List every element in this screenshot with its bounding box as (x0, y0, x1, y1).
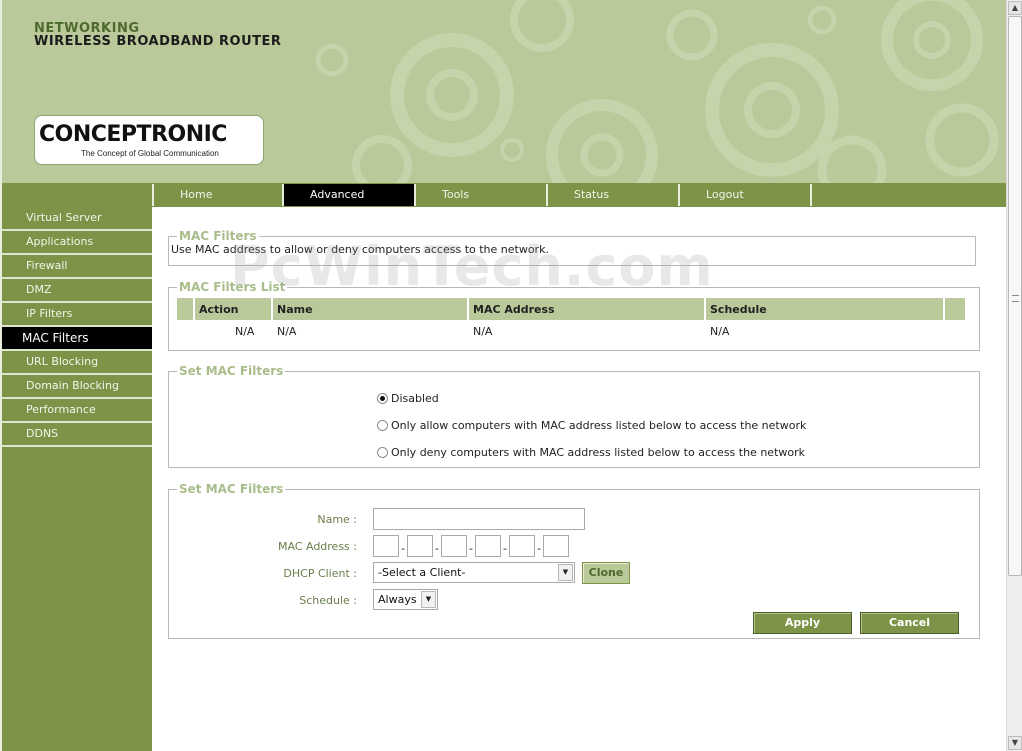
table-header-row: Action Name MAC Address Schedule (177, 298, 965, 320)
scroll-up-icon[interactable]: ▲ (1008, 1, 1022, 15)
tab-home[interactable]: Home (152, 184, 284, 206)
chevron-down-icon[interactable]: ▼ (421, 591, 436, 608)
conceptronic-logo: CONCEPTRONIC The Concept of Global Commu… (34, 115, 264, 165)
dhcp-client-value: -Select a Client- (378, 566, 466, 579)
table-header-spacer (177, 298, 193, 320)
sidebar-item-dmz[interactable]: DMZ (2, 279, 152, 303)
table-cell-action: N/A (235, 324, 255, 338)
mac-separator: - (503, 542, 507, 555)
header-banner: NETWORKING WIRELESS BROADBAND ROUTER CON… (0, 0, 1006, 183)
section-legend-mac-filters: MAC Filters (179, 229, 257, 243)
schedule-label: Schedule : (299, 594, 357, 607)
sidebar-item-url-blocking[interactable]: URL Blocking (2, 351, 152, 375)
tab-advanced[interactable]: Advanced (284, 184, 416, 206)
column-header-name: Name (273, 298, 467, 320)
mac-filters-section: MAC Filters Use MAC address to allow or … (168, 229, 976, 266)
radio-deny[interactable] (377, 447, 388, 458)
mac-address-label: MAC Address : (277, 540, 357, 553)
mac-filter-entry-section: Set MAC Filters Name : MAC Address : - -… (168, 482, 980, 639)
column-header-schedule: Schedule (706, 298, 943, 320)
mac-filters-table: Action Name MAC Address Schedule N/A N/A… (175, 296, 967, 342)
schedule-value: Always (378, 593, 417, 606)
radio-label-disabled: Disabled (391, 392, 439, 405)
mac-filters-description: Use MAC address to allow or deny compute… (171, 243, 549, 256)
vertical-scrollbar[interactable]: ▲ ▼ (1006, 0, 1022, 751)
tab-tools[interactable]: Tools (416, 184, 548, 206)
table-cell-spacer (945, 322, 965, 340)
tab-logout[interactable]: Logout (680, 184, 812, 206)
sidebar-item-ddns[interactable]: DDNS (2, 423, 152, 447)
scrollbar-thumb[interactable] (1008, 16, 1022, 576)
sidebar-item-virtual-server[interactable]: Virtual Server (2, 207, 152, 231)
mac-octet-5-input[interactable] (509, 535, 535, 557)
sidebar-item-applications[interactable]: Applications (2, 231, 152, 255)
sidebar-item-performance[interactable]: Performance (2, 399, 152, 423)
radio-disabled[interactable] (377, 393, 388, 404)
radio-option-disabled[interactable]: Disabled (377, 392, 439, 405)
sidebar-item-ip-filters[interactable]: IP Filters (2, 303, 152, 327)
table-cell-schedule: N/A (710, 324, 730, 338)
scroll-down-icon[interactable]: ▼ (1008, 736, 1022, 750)
column-header-mac-address: MAC Address (469, 298, 704, 320)
sidebar-item-firewall[interactable]: Firewall (2, 255, 152, 279)
main-content: MAC Filters Use MAC address to allow or … (152, 207, 1006, 751)
top-navigation: Home Advanced Tools Status Logout (152, 183, 1006, 207)
table-row: N/A N/A N/A N/A (177, 322, 965, 340)
column-header-action: Action (195, 298, 271, 320)
sidebar: Virtual Server Applications Firewall DMZ… (0, 183, 152, 751)
radio-option-allow[interactable]: Only allow computers with MAC address li… (377, 419, 806, 432)
section-legend-set-mac-filters: Set MAC Filters (179, 364, 284, 378)
clone-button[interactable]: Clone (582, 562, 630, 584)
table-header-spacer (945, 298, 965, 320)
dhcp-client-label: DHCP Client : (283, 567, 357, 580)
radio-allow[interactable] (377, 420, 388, 431)
chevron-down-icon[interactable]: ▼ (558, 564, 573, 581)
mac-octet-4-input[interactable] (475, 535, 501, 557)
mac-separator: - (537, 542, 541, 555)
sidebar-item-domain-blocking[interactable]: Domain Blocking (2, 375, 152, 399)
mac-octet-3-input[interactable] (441, 535, 467, 557)
logo-name: CONCEPTRONIC (39, 122, 227, 147)
table-cell-spacer (177, 322, 193, 340)
table-cell-mac-address: N/A (473, 324, 493, 338)
mac-filters-list-section: MAC Filters List Action Name MAC Address… (168, 280, 980, 351)
radio-label-deny: Only deny computers with MAC address lis… (391, 446, 805, 459)
name-input[interactable] (373, 508, 585, 530)
table-cell-name: N/A (277, 324, 297, 338)
schedule-select[interactable]: Always ▼ (373, 589, 438, 610)
mac-octet-1-input[interactable] (373, 535, 399, 557)
radio-label-allow: Only allow computers with MAC address li… (391, 419, 807, 432)
mac-separator: - (435, 542, 439, 555)
mac-separator: - (469, 542, 473, 555)
sidebar-item-mac-filters[interactable]: MAC Filters (2, 327, 152, 351)
logo-tagline: The Concept of Global Communication (81, 149, 219, 158)
brand-product-title: WIRELESS BROADBAND ROUTER (34, 34, 282, 49)
grip-icon (1012, 295, 1019, 302)
section-legend-set-mac-filters-entry: Set MAC Filters (179, 482, 284, 496)
section-legend-mac-filters-list: MAC Filters List (179, 280, 286, 294)
name-label: Name : (317, 513, 357, 526)
mac-separator: - (401, 542, 405, 555)
filter-mode-section: Set MAC Filters Disabled Only allow comp… (168, 364, 980, 468)
apply-button[interactable]: Apply (753, 612, 852, 634)
dhcp-client-select[interactable]: -Select a Client- ▼ (373, 562, 575, 583)
mac-octet-6-input[interactable] (543, 535, 569, 557)
radio-option-deny[interactable]: Only deny computers with MAC address lis… (377, 446, 805, 459)
cancel-button[interactable]: Cancel (860, 612, 959, 634)
tab-status[interactable]: Status (548, 184, 680, 206)
mac-octet-2-input[interactable] (407, 535, 433, 557)
